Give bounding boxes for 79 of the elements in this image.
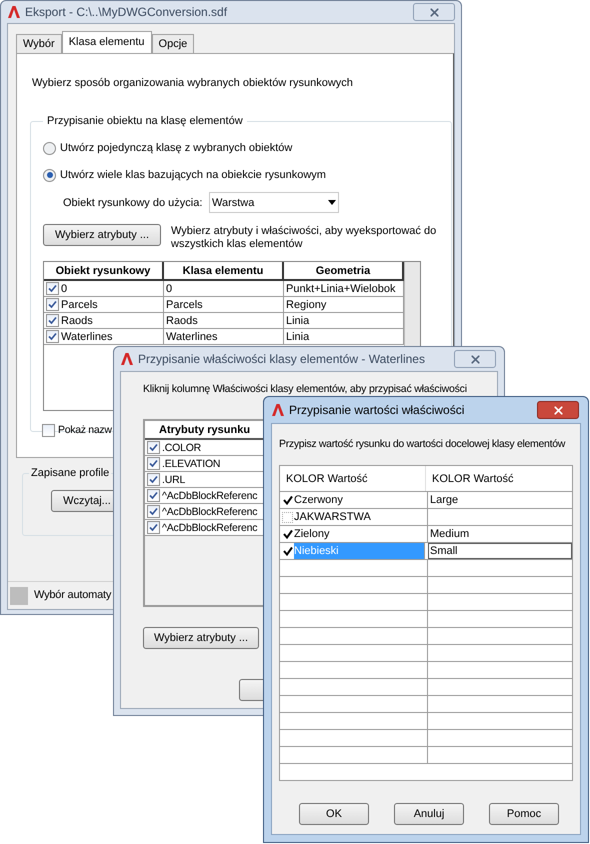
- app-logo-icon: [7, 5, 21, 19]
- column-header[interactable]: KOLOR Wartość: [426, 466, 572, 491]
- table-cell: .COLOR: [162, 440, 202, 454]
- radio-label: Utwórz pojedynczą klasę z wybranych obiektów: [60, 141, 292, 155]
- column-header[interactable]: KOLOR Wartość: [280, 466, 426, 491]
- value-input-field[interactable]: Small: [428, 543, 572, 559]
- table-cell: Waterlines: [61, 330, 113, 342]
- dropdown-field[interactable]: Warstwa: [209, 192, 339, 213]
- close-icon: [428, 6, 440, 18]
- table-cell: Parcels: [166, 298, 203, 310]
- close-button[interactable]: [537, 401, 579, 419]
- radio-button[interactable]: [43, 168, 56, 182]
- table-cell[interactable]: Zielony: [294, 526, 427, 542]
- description-text: Wybierz sposób organizowania wybranych obiektów rysunkowych: [31, 76, 354, 90]
- table-cell: ^AcDbBlockReferenc: [162, 488, 258, 502]
- table-cell: ^AcDbBlockReferenc: [162, 504, 258, 518]
- instruction-text: Przypisz wartość rysunku do wartości docelowej klasy elementów: [279, 437, 566, 451]
- instruction-text: Kliknij kolumnę Właściwości klasy elementów, aby przypisać właściwości: [143, 382, 467, 396]
- checkbox[interactable]: [147, 521, 160, 534]
- app-logo-icon: [271, 403, 285, 417]
- column-header[interactable]: Obiekt rysunkowy: [44, 262, 164, 279]
- checkbox[interactable]: [282, 494, 293, 506]
- tab[interactable]: Klasa elementu: [62, 31, 152, 53]
- hint-text: Wybierz atrybuty i właściwości, aby wyeksportować do wszystkich klas elementów: [171, 224, 438, 251]
- table-cell: ^AcDbBlockReferenc: [162, 520, 258, 534]
- table-cell[interactable]: JAKWARSTWA: [294, 509, 427, 525]
- dialog-button[interactable]: Wybierz atrybuty ...: [43, 224, 161, 246]
- checkbox-label: Pokaż nazw: [58, 423, 112, 437]
- close-icon: [552, 404, 564, 416]
- tab[interactable]: Wybór: [16, 34, 62, 53]
- table-cell: Linia: [286, 330, 310, 342]
- table-cell: Punkt+Linia+Wielobok: [286, 282, 396, 294]
- status-icon: [10, 586, 28, 604]
- window-title: Przypisanie właściwości klasy elementów - Waterlines: [138, 351, 425, 368]
- table-cell[interactable]: Czerwony: [294, 492, 427, 508]
- table-cell: 0: [166, 282, 172, 294]
- table-cell: Regiony: [286, 298, 326, 310]
- checkbox[interactable]: [46, 282, 59, 295]
- radio-button[interactable]: [43, 142, 56, 154]
- checkbox[interactable]: [147, 473, 160, 486]
- checkbox[interactable]: [147, 441, 160, 454]
- status-text: Wybór automaty: [34, 588, 112, 604]
- dialog-button[interactable]: Pomoc: [489, 803, 559, 825]
- checkbox[interactable]: [147, 457, 160, 470]
- group-title: Przypisanie obiektu na klasę elementów: [46, 114, 244, 128]
- checkbox[interactable]: [147, 505, 160, 518]
- table-cell: Raods: [166, 314, 198, 326]
- radio-label: Utwórz wiele klas bazujących na obiekcie rysunkowym: [60, 168, 326, 182]
- dialog-button[interactable]: Anuluj: [394, 803, 464, 825]
- table-cell: .ELEVATION: [162, 456, 220, 470]
- checkbox[interactable]: [42, 424, 55, 436]
- close-button[interactable]: [413, 3, 455, 21]
- column-header[interactable]: Klasa elementu: [164, 262, 284, 279]
- app-logo-icon: [120, 352, 134, 366]
- table-cell-text: Medium: [429, 527, 470, 542]
- checkbox[interactable]: [282, 546, 293, 556]
- window-title: Eksport - C:\..\MyDWGConversion.sdf: [25, 4, 228, 21]
- table-cell: 0: [61, 282, 68, 294]
- group-title: Zapisane profile: [30, 466, 110, 480]
- dialog-button[interactable]: OK: [299, 803, 369, 825]
- table-cell: Raods: [61, 314, 93, 326]
- field-label: Obiekt rysunkowy do użycia:: [63, 196, 204, 210]
- checkbox[interactable]: [46, 298, 59, 311]
- tab[interactable]: Opcje: [152, 34, 194, 53]
- close-icon: [468, 352, 482, 366]
- table-cell: Waterlines: [166, 330, 218, 342]
- dropdown-arrow-icon: [328, 200, 336, 205]
- checkbox[interactable]: [46, 330, 59, 343]
- checkbox[interactable]: [147, 489, 160, 502]
- table-cell: Parcels: [61, 298, 98, 310]
- table-cell-text: Large: [429, 493, 458, 508]
- checkbox[interactable]: [282, 512, 293, 522]
- table-cell: Linia: [286, 314, 310, 326]
- table-cell: .URL: [162, 472, 186, 486]
- checkbox[interactable]: [46, 314, 59, 327]
- checkbox[interactable]: [282, 528, 293, 540]
- dialog-button[interactable]: Wybierz atrybuty ...: [143, 627, 259, 649]
- window-title: Przypisanie wartości właściwości: [289, 402, 464, 419]
- close-button[interactable]: [454, 350, 496, 368]
